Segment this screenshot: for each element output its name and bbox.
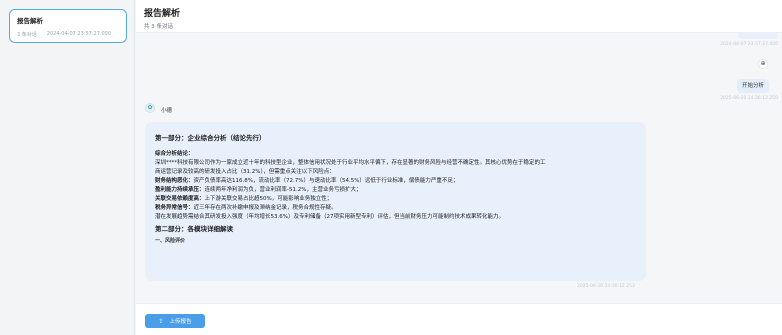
upload-report-button[interactable]: ⇪ 上传报告 xyxy=(145,314,205,328)
bot-message: 第一部分：企业综合分析（结论先行） 综合分析结论： 深圳****科技有限公司作为… xyxy=(145,122,646,281)
user-message: 开始分析 xyxy=(736,79,769,93)
report-intro-line: 深圳****科技有限公司作为一家成立近十年的科技型企业，整体信用状况处于行业平均… xyxy=(155,160,546,166)
page-subtitle: 共 3 条对话 xyxy=(144,24,173,30)
chat-area[interactable]: 2024-04-07 23:57:27.000 ⊕ 开始分析 2025-06-2… xyxy=(136,33,782,303)
upload-button-label: 上传报告 xyxy=(169,319,192,325)
previous-message-bubble xyxy=(738,33,778,39)
bot-message-timestamp: 2025-06-20 14:36:12.253 xyxy=(577,284,635,289)
report-section-title: 第一部分：企业综合分析（结论先行） xyxy=(155,134,266,142)
header: 报告解析 共 3 条对话 xyxy=(136,0,782,33)
report-risk-item: 盈利能力持续承压：连续两年净利润为负，营业利润率-51.2%，主营业务亏损扩大； xyxy=(155,187,362,193)
report-risk-item: 财务结构恶化：资产负债率高达116.8%，流动比率（72.7%）与速动比率（54… xyxy=(155,178,459,184)
report-risk-item: 税务异常信号：近三年存在两次补缴申报及滞纳金记录，税务合规性存疑。 xyxy=(155,205,337,211)
report-closing-line: 潜在发展趋势需结合其研发投入强度（年均增长53.6%）及专利储备（27项实用新型… xyxy=(155,214,504,220)
page-title: 报告解析 xyxy=(144,9,181,19)
conversation-timestamp: 2024-04-07 23:57:27.000 xyxy=(46,31,112,37)
report-sub-item: 一、风险评价 xyxy=(155,238,186,244)
app-window: 报告解析 3 条对话 2024-04-07 23:57:27.000 报告解析 … xyxy=(0,0,782,335)
conversation-title: 报告解析 xyxy=(17,17,43,25)
report-section-title: 第二部分：各模块详细解读 xyxy=(155,225,233,233)
user-message-timestamp: 2025-06-20 14:36:12.250 xyxy=(720,96,778,101)
main-panel: 报告解析 共 3 条对话 2024-04-07 23:57:27.000 ⊕ 开… xyxy=(136,0,782,335)
message-timestamp: 2024-04-07 23:57:27.000 xyxy=(720,42,778,47)
conversation-meta: 3 条对话 2024-04-07 23:57:27.000 xyxy=(17,31,119,38)
bot-name: 小德 xyxy=(161,108,173,114)
footer: ⇪ 上传报告 xyxy=(136,303,782,335)
report-conclusion-label: 综合分析结论： xyxy=(155,151,194,157)
conversation-count: 3 条对话 xyxy=(17,32,37,38)
upload-icon: ⇪ xyxy=(158,317,164,325)
user-avatar-icon: ⊕ xyxy=(758,59,768,69)
sidebar: 报告解析 3 条对话 2024-04-07 23:57:27.000 xyxy=(0,0,135,335)
report-risk-item: 关联交易依赖度高：上下游关联交易占比超50%，可能影响业务独立性； xyxy=(155,196,333,202)
bot-avatar-icon: ✿ xyxy=(145,103,155,113)
report-intro-line: 商运营记录及较高的研发投入占比（31.2%），但需重点关注以下风险点： xyxy=(155,169,335,175)
conversation-item[interactable]: 报告解析 3 条对话 2024-04-07 23:57:27.000 xyxy=(9,9,127,43)
